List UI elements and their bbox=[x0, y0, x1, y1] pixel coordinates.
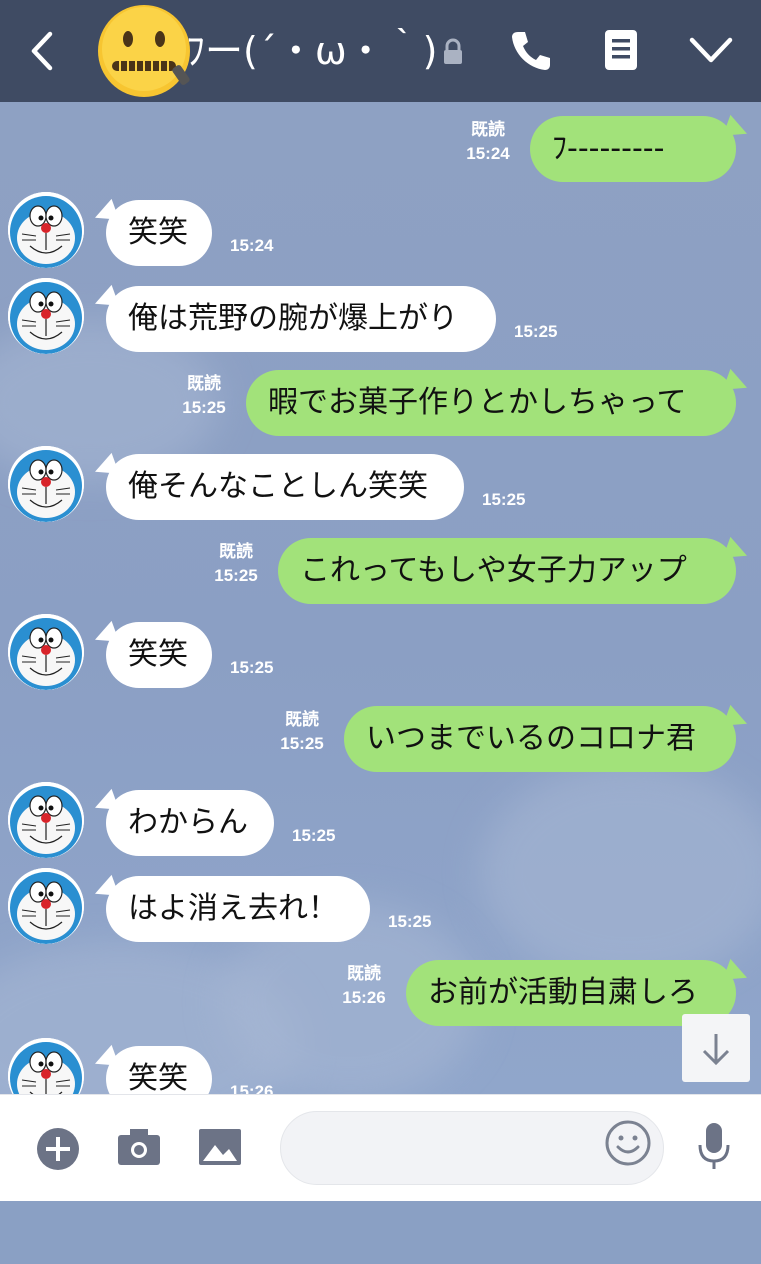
read-label: 既読 bbox=[285, 710, 319, 729]
scroll-to-bottom-button[interactable] bbox=[682, 1014, 750, 1082]
read-receipt: 既読 15:25 bbox=[172, 372, 236, 420]
message-list[interactable]: ﾌ--------- 既読 15:24 笑笑 15:24 俺は荒野の腕が爆上がり 15:25… bbox=[0, 102, 761, 1094]
message-time: 15:25 bbox=[514, 322, 558, 341]
emoji-icon[interactable] bbox=[604, 1119, 652, 1167]
doraemon-icon bbox=[8, 446, 84, 522]
doraemon-icon bbox=[8, 782, 84, 858]
camera-icon[interactable] bbox=[116, 1127, 162, 1167]
zipper-mouth-emoji bbox=[98, 5, 190, 97]
outgoing-message-bubble[interactable]: いつまでいるのコロナ君 bbox=[344, 706, 736, 772]
incoming-message-bubble[interactable]: 笑笑 bbox=[106, 622, 212, 688]
read-label: 既読 bbox=[471, 120, 505, 139]
microphone-icon[interactable] bbox=[694, 1121, 734, 1173]
outgoing-message-bubble[interactable]: ﾌ--------- bbox=[530, 116, 736, 182]
message-time: 15:25 bbox=[214, 566, 258, 585]
message-time: 15:25 bbox=[482, 490, 526, 509]
add-icon[interactable] bbox=[36, 1127, 80, 1171]
read-receipt: 既読 15:24 bbox=[456, 118, 520, 166]
chevron-down-icon[interactable] bbox=[688, 30, 734, 70]
message-time: 15:25 bbox=[292, 826, 336, 845]
doraemon-icon bbox=[8, 278, 84, 354]
doraemon-icon bbox=[8, 868, 84, 944]
message-time: 15:25 bbox=[230, 658, 274, 677]
message-time: 15:26 bbox=[342, 988, 386, 1007]
read-receipt: 既読 15:25 bbox=[204, 540, 268, 588]
back-icon[interactable] bbox=[22, 28, 62, 74]
emoji-icon[interactable] bbox=[604, 1218, 650, 1264]
outgoing-message-bubble[interactable]: これってもしや女子力アップ bbox=[278, 538, 736, 604]
read-label: 既読 bbox=[347, 964, 381, 983]
doraemon-icon bbox=[8, 614, 84, 690]
incoming-message-bubble[interactable]: はよ消え去れ！ bbox=[106, 876, 370, 942]
chat-title[interactable]: ﾌー(´・ω・｀) bbox=[186, 28, 437, 74]
contact-avatar[interactable] bbox=[8, 614, 84, 690]
arrow-down-icon bbox=[702, 1034, 730, 1066]
read-receipt: 既読 15:26 bbox=[332, 962, 396, 1010]
message-time: 15:25 bbox=[182, 398, 226, 417]
lock-icon bbox=[444, 38, 462, 64]
read-label: 既読 bbox=[219, 542, 253, 561]
contact-avatar[interactable] bbox=[8, 782, 84, 858]
incoming-message-bubble[interactable]: 俺そんなことしん笑笑 bbox=[106, 454, 464, 520]
contact-avatar[interactable] bbox=[8, 868, 84, 944]
doraemon-icon bbox=[8, 192, 84, 268]
message-time: 15:26 bbox=[230, 1082, 274, 1094]
message-time: 15:24 bbox=[230, 236, 274, 255]
incoming-message-bubble[interactable]: 笑笑 bbox=[106, 1046, 212, 1094]
message-time: 15:25 bbox=[388, 912, 432, 931]
read-label: 既読 bbox=[187, 374, 221, 393]
message-time: 15:24 bbox=[466, 144, 510, 163]
contact-avatar[interactable] bbox=[8, 192, 84, 268]
incoming-message-bubble[interactable]: わからん bbox=[106, 790, 274, 856]
notes-icon[interactable] bbox=[603, 28, 639, 72]
incoming-message-bubble[interactable]: 笑笑 bbox=[106, 200, 212, 266]
read-receipt: 既読 15:25 bbox=[270, 708, 334, 756]
input-bar bbox=[0, 1094, 761, 1201]
incoming-message-bubble[interactable]: 俺は荒野の腕が爆上がり bbox=[106, 286, 496, 352]
phone-icon[interactable] bbox=[508, 28, 554, 74]
image-icon[interactable] bbox=[197, 1127, 243, 1167]
message-time: 15:25 bbox=[280, 734, 324, 753]
contact-avatar[interactable] bbox=[8, 446, 84, 522]
outgoing-message-bubble[interactable]: 暇でお菓子作りとかしちゃって bbox=[246, 370, 736, 436]
contact-avatar[interactable] bbox=[8, 278, 84, 354]
